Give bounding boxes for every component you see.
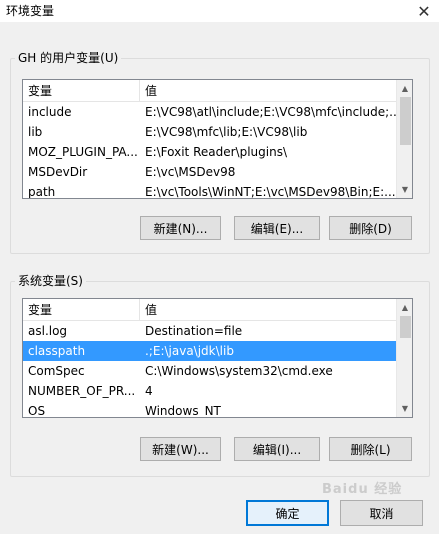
table-row[interactable]: path E:\vc\Tools\WinNT;E:\vc\MSDev98\Bin;… — [23, 182, 396, 199]
table-row[interactable]: lib E:\VC98\mfc\lib;E:\VC98\lib — [23, 122, 396, 142]
variable-name-cell: classpath — [23, 341, 140, 361]
table-row[interactable]: asl.log Destination=file — [23, 321, 396, 341]
variable-name-cell: path — [28, 185, 56, 199]
user-variables-list[interactable]: 变量 值 include E:\VC98\atl\include;E:\VC98\… — [22, 79, 413, 199]
variable-value-cell: Destination=file — [145, 324, 243, 338]
variable-value-cell: 4 — [145, 384, 153, 398]
variable-name-cell: ComSpec — [28, 364, 85, 378]
variable-name-cell: NUMBER_OF_PR... — [28, 384, 136, 398]
user-list-scrollbar[interactable]: ▲ ▼ — [396, 80, 412, 198]
user-list-header: 变量 值 — [23, 80, 396, 102]
title-bar: 环境变量 ✕ — [0, 0, 439, 22]
scroll-up-icon[interactable]: ▲ — [397, 80, 412, 97]
scroll-thumb[interactable] — [400, 316, 411, 338]
variable-name-cell: include — [28, 105, 72, 119]
variable-name-cell: lib — [28, 125, 43, 139]
window-title: 环境变量 — [6, 4, 55, 18]
table-row[interactable]: include E:\VC98\atl\include;E:\VC98\mfc\i… — [23, 102, 396, 122]
cancel-button[interactable]: 取消 — [340, 500, 423, 526]
system-delete-button[interactable]: 删除(L) — [329, 437, 412, 461]
table-row[interactable]: classpath .;E:\java\jdk\lib — [23, 341, 396, 361]
variable-value-cell: E:\vc\Tools\WinNT;E:\vc\MSDev98\Bin;E:..… — [145, 185, 396, 199]
user-variables-label: GH 的用户变量(U) — [15, 49, 122, 66]
variable-value-cell: .;E:\java\jdk\lib — [145, 344, 234, 358]
user-edit-button[interactable]: 编辑(E)... — [234, 216, 320, 240]
column-header-variable[interactable]: 变量 — [23, 299, 140, 321]
user-delete-button[interactable]: 删除(D) — [329, 216, 412, 240]
variable-value-cell: Windows_NT — [145, 404, 221, 418]
table-row[interactable]: ComSpec C:\Windows\system32\cmd.exe — [23, 361, 396, 381]
variable-name-cell: asl.log — [28, 324, 68, 338]
system-list-scrollbar[interactable]: ▲ ▼ — [396, 299, 412, 417]
system-variables-label: 系统变量(S) — [15, 272, 86, 289]
system-variables-list[interactable]: 变量 值 asl.log Destination=file classpath .;E… — [22, 298, 413, 418]
table-row[interactable]: MOZ_PLUGIN_PA... E:\Foxit Reader\plugins\ — [23, 142, 396, 162]
scroll-down-icon[interactable]: ▼ — [397, 400, 412, 417]
variable-value-cell: E:\Foxit Reader\plugins\ — [145, 145, 287, 159]
variable-value-cell: C:\Windows\system32\cmd.exe — [145, 364, 333, 378]
scroll-thumb[interactable] — [400, 97, 411, 145]
scroll-down-icon[interactable]: ▼ — [397, 181, 412, 198]
table-row[interactable]: NUMBER_OF_PR... 4 — [23, 381, 396, 401]
variable-value-cell: E:\VC98\mfc\lib;E:\VC98\lib — [145, 125, 308, 139]
close-icon[interactable]: ✕ — [409, 0, 439, 22]
variable-name-cell: OS — [28, 404, 46, 418]
column-header-variable[interactable]: 变量 — [23, 80, 140, 102]
system-edit-button[interactable]: 编辑(I)... — [234, 437, 320, 461]
variable-value-cell: E:\VC98\atl\include;E:\VC98\mfc\include;… — [145, 105, 396, 119]
system-list-header: 变量 值 — [23, 299, 396, 321]
ok-button[interactable]: 确定 — [246, 500, 329, 526]
system-new-button[interactable]: 新建(W)... — [140, 437, 221, 461]
table-row[interactable]: MSDevDir E:\vc\MSDev98 — [23, 162, 396, 182]
variable-value-cell: E:\vc\MSDev98 — [145, 165, 236, 179]
variable-name-cell: MSDevDir — [28, 165, 88, 179]
table-row[interactable]: OS Windows_NT — [23, 401, 396, 418]
user-new-button[interactable]: 新建(N)... — [140, 216, 221, 240]
column-header-value[interactable]: 值 — [140, 80, 396, 102]
variable-name-cell: MOZ_PLUGIN_PA... — [28, 145, 138, 159]
column-header-value[interactable]: 值 — [140, 299, 396, 321]
scroll-up-icon[interactable]: ▲ — [397, 299, 412, 316]
watermark: Baidu 经验 — [322, 482, 403, 497]
